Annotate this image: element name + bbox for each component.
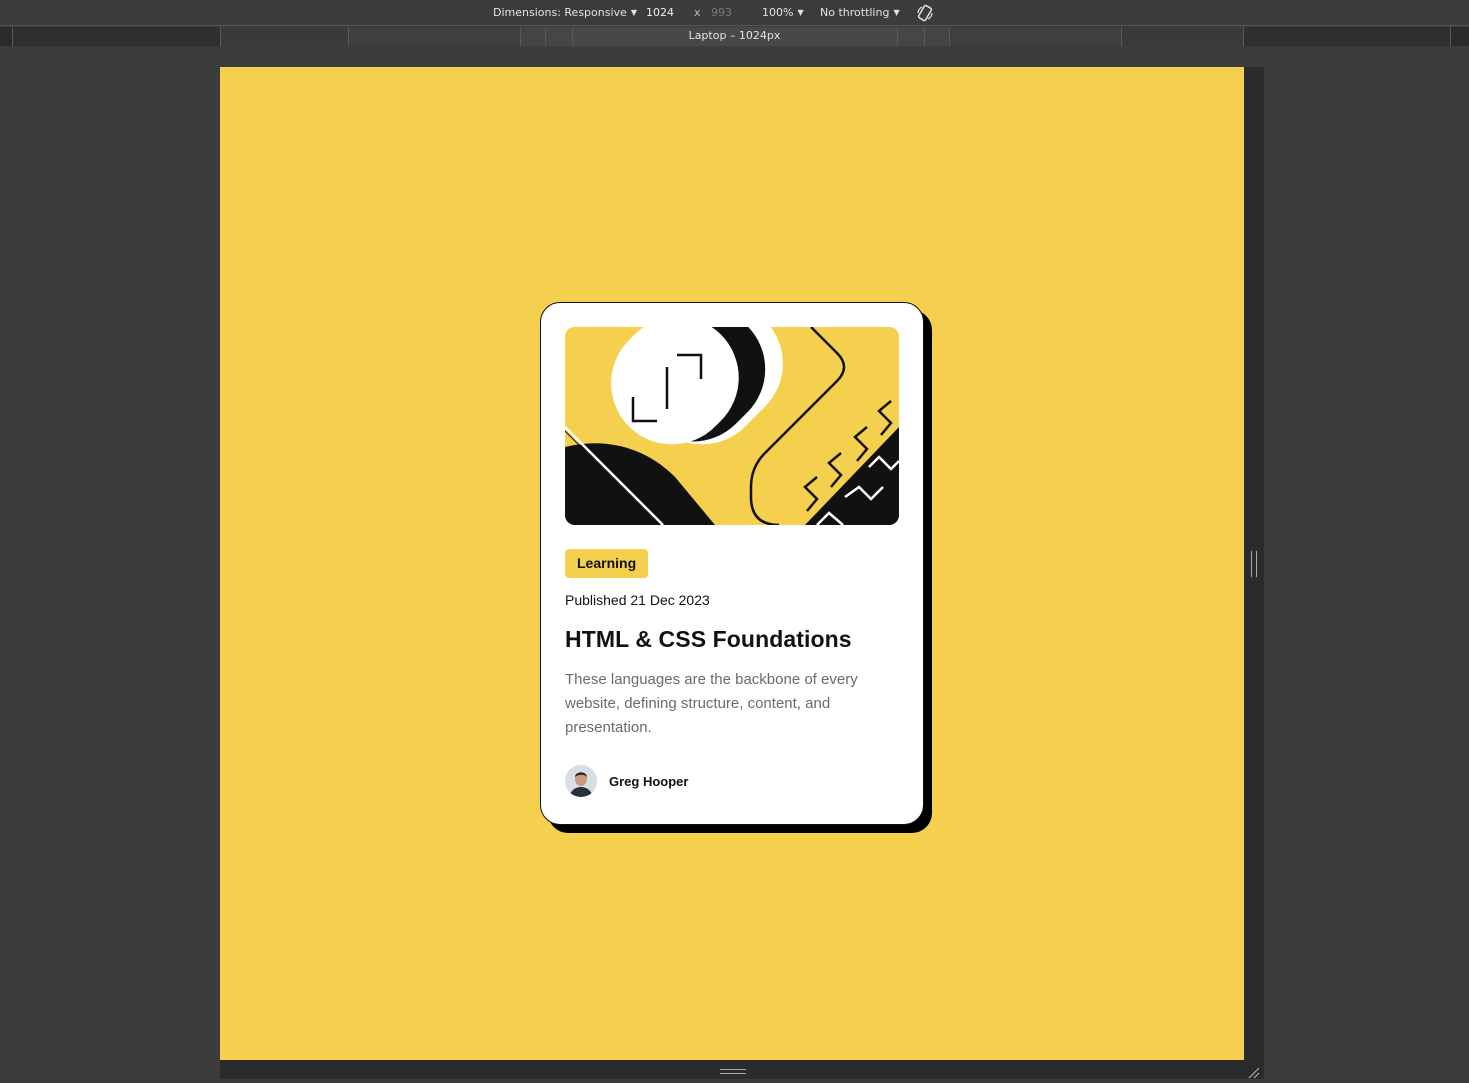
corner-resize-icon[interactable] — [1247, 1064, 1261, 1079]
card-title[interactable]: HTML & CSS Foundations — [565, 625, 899, 653]
resize-grip-icon — [1251, 551, 1257, 577]
zoom-label: 100% — [762, 6, 794, 19]
avatar — [565, 765, 597, 797]
throttling-dropdown[interactable]: No throttling ▼ — [820, 6, 900, 20]
rotate-icon[interactable] — [916, 4, 934, 22]
width-input[interactable]: 1024 — [646, 6, 674, 20]
height-input[interactable]: 993 — [711, 6, 732, 20]
chevron-down-icon: ▼ — [893, 8, 900, 17]
card-illustration — [565, 327, 899, 525]
card-description: These languages are the backbone of ever… — [565, 671, 858, 736]
viewport-width-resize-handle[interactable] — [1244, 67, 1264, 1079]
dimensions-dropdown[interactable]: Dimensions: Responsive ▼ — [493, 6, 637, 20]
media-query-bar: Laptop – 1024px — [0, 27, 1469, 46]
chevron-down-icon: ▼ — [797, 8, 804, 17]
author-name: Greg Hooper — [609, 773, 689, 789]
throttling-label: No throttling — [820, 6, 890, 19]
viewport-height-resize-handle[interactable] — [220, 1060, 1264, 1079]
resize-grip-icon — [720, 1069, 746, 1074]
blog-preview-card: Learning Published 21 Dec 2023 HTML & CS… — [540, 302, 924, 825]
published-date: Published 21 Dec 2023 — [565, 592, 710, 608]
category-tag: Learning — [565, 549, 649, 578]
dimensions-label: Dimensions: Responsive — [493, 6, 627, 19]
device-toolbar: Dimensions: Responsive ▼ 1024 x 993 100% ▼… — [0, 0, 1469, 26]
zoom-dropdown[interactable]: 100% ▼ — [762, 6, 804, 20]
emulated-viewport: Learning Published 21 Dec 2023 HTML & CS… — [220, 67, 1244, 1060]
author: Greg Hooper — [565, 765, 899, 797]
dimension-separator: x — [694, 6, 701, 19]
media-query-label: Laptop – 1024px — [688, 29, 781, 42]
chevron-down-icon: ▼ — [630, 8, 637, 17]
